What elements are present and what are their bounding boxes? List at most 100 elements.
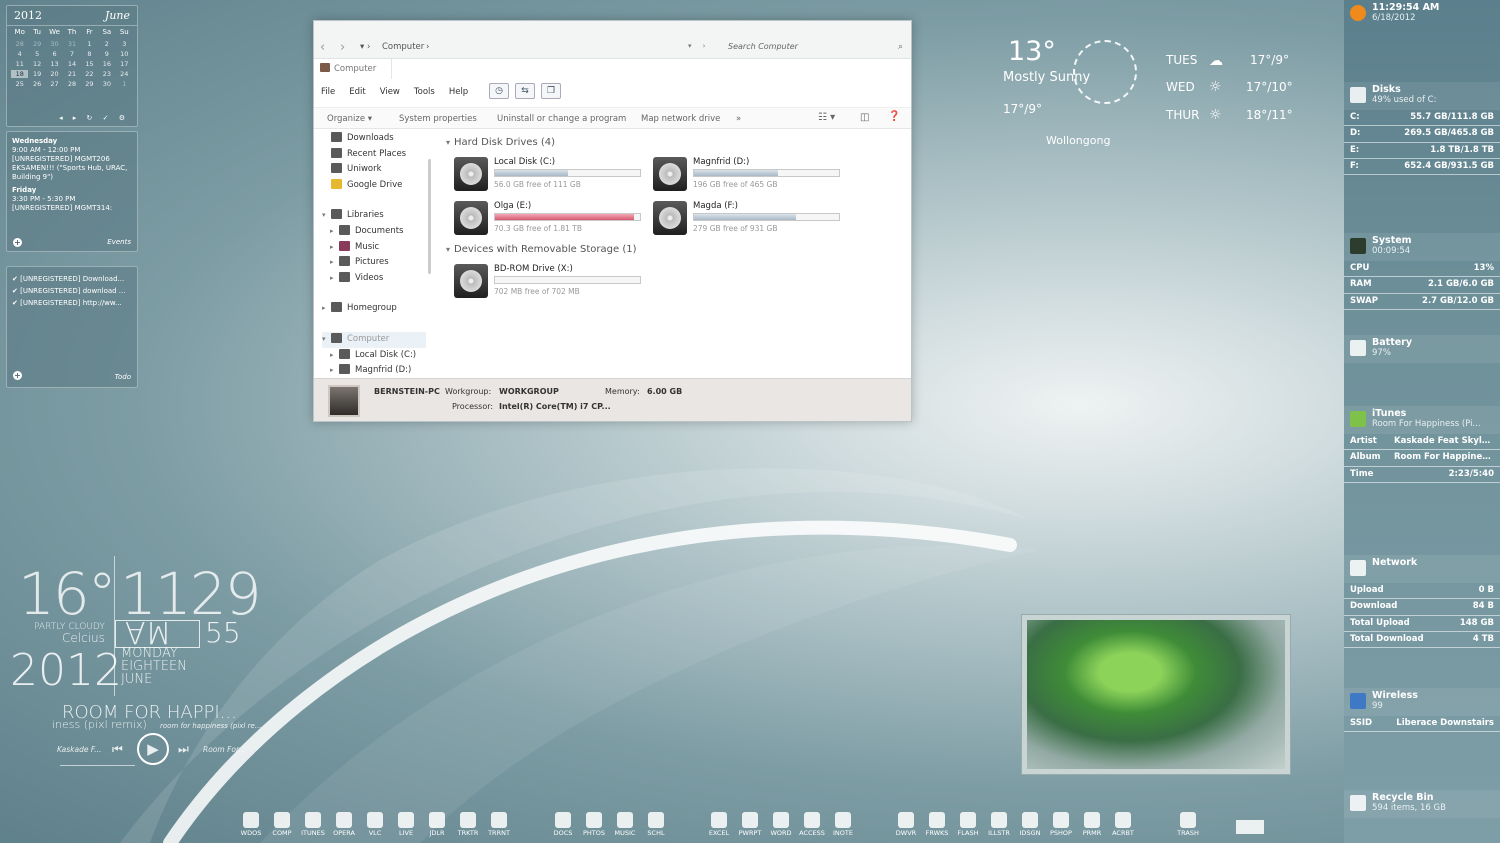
dock-item-flash[interactable]: FLASH [953, 812, 983, 837]
calendar-grid[interactable]: Mo Tu We Th Fr Sa Su 28 29 30 31 1 2 3 4 5 6 7 8 9 10 11 12 13 1… [7, 26, 137, 90]
photo-frame[interactable] [1021, 614, 1291, 775]
connect-icon[interactable]: ⇆ [515, 83, 535, 99]
nav-item-libraries[interactable]: ▾ Libraries [322, 208, 426, 224]
dock-item-word[interactable]: WORD [766, 812, 796, 837]
calendar-nav[interactable]: ◂ ▸ ↻ ✓ ⚙ [59, 114, 129, 122]
dock-item-docs[interactable]: DOCS [548, 812, 578, 837]
calendar-day[interactable]: 1 [81, 40, 98, 48]
dock-item-vlc[interactable]: VLC [360, 812, 390, 837]
more-button[interactable]: » [736, 114, 741, 124]
dock-item-comp[interactable]: COMP [267, 812, 297, 837]
menu-file[interactable]: File [321, 87, 335, 97]
nav-item-computer[interactable]: ▾ Computer [322, 331, 426, 348]
calendar-day[interactable]: 9 [98, 50, 115, 58]
event-title[interactable]: [UNREGISTERED] MGMT206 EKSAMEN!!! ("Spor… [12, 155, 132, 182]
calendar-day[interactable]: 1 [116, 80, 133, 88]
calendar-day[interactable]: 18 [11, 70, 29, 78]
dock-item-access[interactable]: ACCESS [797, 812, 827, 837]
dock-item-dwvr[interactable]: DWVR [891, 812, 921, 837]
next-icon[interactable]: ⏭ [178, 742, 189, 757]
dock-item-trash[interactable]: TRASH [1173, 812, 1203, 837]
dock-item-music[interactable]: MUSIC [610, 812, 640, 837]
dock-item-opera[interactable]: OPERA [329, 812, 359, 837]
nav-scrollbar[interactable] [428, 159, 431, 274]
nav-item-pictures[interactable]: ▸ Pictures [322, 255, 426, 271]
add-todo-icon[interactable]: + [13, 371, 22, 380]
event-title[interactable]: [UNREGISTERED] MGMT314: [12, 204, 132, 213]
nav-item-downloads[interactable]: Downloads [322, 131, 426, 147]
sidebar-clock[interactable]: 11:29:54 AM 6/18/2012 [1344, 0, 1500, 30]
calendar-day[interactable]: 26 [28, 80, 45, 88]
dock-item-jdlr[interactable]: JDLR [422, 812, 452, 837]
calendar-day[interactable]: 16 [98, 60, 115, 68]
breadcrumb-chevron-icon[interactable]: › [426, 42, 429, 52]
system-properties-button[interactable]: System properties [399, 114, 477, 124]
dock-item-phtos[interactable]: PHTOS [579, 812, 609, 837]
music-progress[interactable] [60, 765, 135, 766]
nav-item-homegroup[interactable]: ▸ Homegroup [322, 301, 426, 317]
breadcrumb[interactable]: Computer [382, 42, 424, 52]
drive-tile[interactable]: Magda (F:) 279 GB free of 931 GB [653, 201, 848, 241]
dock-item-trktr[interactable]: TRKTR [453, 812, 483, 837]
calendar-day[interactable]: 2 [98, 40, 115, 48]
organize-button[interactable]: Organize ▾ [327, 114, 372, 124]
calendar-day[interactable]: 31 [63, 40, 80, 48]
uninstall-button[interactable]: Uninstall or change a program [497, 114, 626, 124]
nav-item-local-disk-c[interactable]: ▸ Local Disk (C:) [322, 348, 426, 364]
sidebar-system[interactable]: System 00:09:54 CPU 13% RAM 2.1 GB/6.0 GB S… [1344, 233, 1500, 310]
drive-tile[interactable]: Magnfrid (D:) 196 GB free of 465 GB [653, 157, 848, 197]
calendar-day[interactable]: 12 [28, 60, 45, 68]
map-network-drive-button[interactable]: Map network drive [641, 114, 720, 124]
group-removable[interactable]: ▾ Devices with Removable Storage (1) [446, 244, 636, 255]
drive-tile[interactable]: BD-ROM Drive (X:) 702 MB free of 702 MB [454, 264, 649, 304]
todo-item[interactable]: ✔ [UNREGISTERED] download ... [12, 285, 132, 297]
dock-item-wdos[interactable]: WDOS [236, 812, 266, 837]
nav-item-magnfrid-d[interactable]: ▸ Magnfrid (D:) [322, 363, 426, 379]
sidebar-battery[interactable]: Battery 97% [1344, 335, 1500, 363]
sidebar-disks[interactable]: Disks 49% used of C: C: 55.7 GB/111.8 GB D… [1344, 82, 1500, 176]
dock-item-prmr[interactable]: PRMR [1077, 812, 1107, 837]
nav-item-music[interactable]: ▸ Music [322, 240, 426, 256]
calendar-day[interactable]: 28 [63, 80, 80, 88]
sidebar-recycle-bin[interactable]: Recycle Bin 594 items, 16 GB [1344, 790, 1500, 818]
dock-item-itunes[interactable]: ITUNES [298, 812, 328, 837]
dock-item-acrbt[interactable]: ACRBT [1108, 812, 1138, 837]
calendar-day[interactable]: 30 [98, 80, 115, 88]
calendar-day[interactable]: 17 [116, 60, 133, 68]
sidebar-network[interactable]: Network Upload 0 B Download 84 B Total Upl… [1344, 555, 1500, 649]
tab-computer[interactable]: Computer [314, 59, 392, 79]
change-view-icon[interactable]: ☷ ▾ [818, 112, 835, 123]
calendar-day[interactable]: 23 [98, 70, 115, 78]
calendar-day[interactable]: 25 [11, 80, 28, 88]
dock-item-pshop[interactable]: PSHOP [1046, 812, 1076, 837]
menu-help[interactable]: Help [449, 87, 468, 97]
dock-item-excel[interactable]: EXCEL [704, 812, 734, 837]
drive-tile[interactable]: Local Disk (C:) 56.0 GB free of 111 GB [454, 157, 649, 197]
menu-tools[interactable]: Tools [414, 87, 435, 97]
view-options-icon[interactable]: ◷ [489, 83, 509, 99]
calendar-day[interactable]: 28 [11, 40, 28, 48]
calendar-day[interactable]: 7 [63, 50, 80, 58]
add-event-icon[interactable]: + [13, 238, 22, 247]
calendar-day[interactable]: 20 [46, 70, 63, 78]
calendar-day[interactable]: 19 [28, 70, 45, 78]
todo-item[interactable]: ✔ [UNREGISTERED] Download... [12, 273, 132, 285]
nav-item-documents[interactable]: ▸ Documents [322, 224, 426, 240]
preview-pane-icon[interactable]: ◫ [860, 112, 869, 123]
calendar-day[interactable]: 22 [81, 70, 98, 78]
calendar-day[interactable]: 21 [63, 70, 80, 78]
desktop-preview-icon[interactable] [1236, 820, 1264, 834]
calendar-day[interactable]: 24 [116, 70, 133, 78]
group-hard-disks[interactable]: ▾ Hard Disk Drives (4) [446, 137, 555, 148]
previous-icon[interactable]: ⏮ [112, 742, 123, 757]
dock-item-illstr[interactable]: ILLSTR [984, 812, 1014, 837]
search-icon[interactable]: ⌕ [898, 42, 903, 52]
sidebar-itunes[interactable]: iTunes Room For Happiness (Pi... Artist Ka… [1344, 406, 1500, 483]
todo-item[interactable]: ✔ [UNREGISTERED] http://ww... [12, 297, 132, 309]
calendar-day[interactable]: 4 [11, 50, 28, 58]
calendar-day[interactable]: 29 [28, 40, 45, 48]
sidebar-wireless[interactable]: Wireless 99 SSID Liberace Downstairs [1344, 688, 1500, 733]
dock-item-frwks[interactable]: FRWKS [922, 812, 952, 837]
calendar-day[interactable]: 29 [81, 80, 98, 88]
calendar-day[interactable]: 6 [46, 50, 63, 58]
